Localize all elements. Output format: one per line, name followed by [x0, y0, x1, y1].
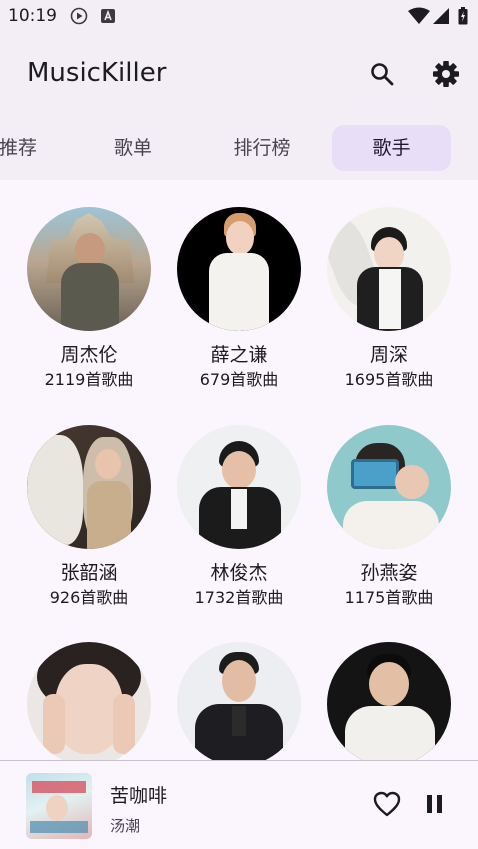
app-bar: MusicKiller	[0, 34, 478, 114]
artist-avatar	[177, 642, 301, 760]
heart-outline-icon	[373, 791, 401, 821]
status-bar: 10:19	[0, 0, 478, 34]
settings-button[interactable]	[426, 56, 466, 96]
artist-song-count: 2119首歌曲	[44, 370, 134, 389]
search-icon	[369, 61, 395, 91]
artist-name: 孙燕姿	[360, 562, 418, 584]
album-cover	[26, 773, 92, 839]
app-title: MusicKiller	[27, 58, 167, 88]
artist-avatar	[177, 207, 301, 331]
artist-song-count: 1695首歌曲	[344, 370, 434, 389]
artist-song-count: 926首歌曲	[49, 588, 129, 607]
artist-card[interactable]: 孙燕姿 1175首歌曲	[314, 425, 464, 609]
tab-recommend[interactable]: 推荐	[0, 125, 68, 171]
song-title: 苦咖啡	[110, 785, 168, 807]
mini-player[interactable]: 苦咖啡 汤潮	[0, 760, 478, 849]
search-button[interactable]	[362, 56, 402, 96]
favorite-button[interactable]	[370, 789, 404, 823]
song-artist: 汤潮	[110, 817, 141, 835]
a-badge-icon	[100, 7, 116, 29]
tab-label: 歌单	[113, 137, 152, 159]
artist-card[interactable]	[314, 642, 464, 760]
artist-card[interactable]	[164, 642, 314, 760]
tab-label: 歌手	[372, 137, 411, 159]
artist-avatar	[177, 425, 301, 549]
artist-card[interactable]: 周深 1695首歌曲	[314, 207, 464, 391]
artist-song-count: 1732首歌曲	[194, 588, 284, 607]
play-circle-icon	[70, 7, 88, 29]
signal-icon	[432, 7, 450, 29]
tab-label: 排行榜	[233, 137, 291, 159]
artist-card[interactable]: 林俊杰 1732首歌曲	[164, 425, 314, 609]
artist-avatar	[27, 207, 151, 331]
artist-grid: 周杰伦 2119首歌曲 薛之谦 679首歌曲 周深 1695首歌曲 张韶涵 92…	[0, 180, 478, 760]
artist-avatar	[27, 642, 151, 760]
artist-avatar	[27, 425, 151, 549]
pause-icon	[425, 793, 445, 819]
artist-name: 张韶涵	[60, 562, 118, 584]
pause-button[interactable]	[418, 789, 452, 823]
status-time: 10:19	[8, 6, 57, 26]
settings-icon	[432, 60, 460, 92]
artist-card[interactable]: 薛之谦 679首歌曲	[164, 207, 314, 391]
artist-card[interactable]	[14, 642, 164, 760]
artist-avatar	[327, 425, 451, 549]
tab-bar: 推荐 歌单 排行榜 歌手	[0, 114, 478, 180]
artist-card[interactable]: 张韶涵 926首歌曲	[14, 425, 164, 609]
wifi-icon	[408, 7, 430, 29]
artist-name: 周深	[369, 344, 408, 366]
tab-playlists[interactable]: 歌单	[80, 125, 186, 171]
artist-avatar	[327, 207, 451, 331]
artist-name: 周杰伦	[60, 344, 118, 366]
artist-avatar	[327, 642, 451, 760]
tab-artists[interactable]: 歌手	[332, 125, 451, 171]
artist-song-count: 1175首歌曲	[344, 588, 434, 607]
artist-name: 薛之谦	[210, 344, 268, 366]
artist-name: 林俊杰	[210, 562, 268, 584]
artist-card[interactable]: 周杰伦 2119首歌曲	[14, 207, 164, 391]
artist-song-count: 679首歌曲	[199, 370, 279, 389]
battery-icon	[458, 7, 468, 29]
tab-label: 推荐	[0, 137, 37, 159]
tab-charts[interactable]: 排行榜	[206, 125, 318, 171]
